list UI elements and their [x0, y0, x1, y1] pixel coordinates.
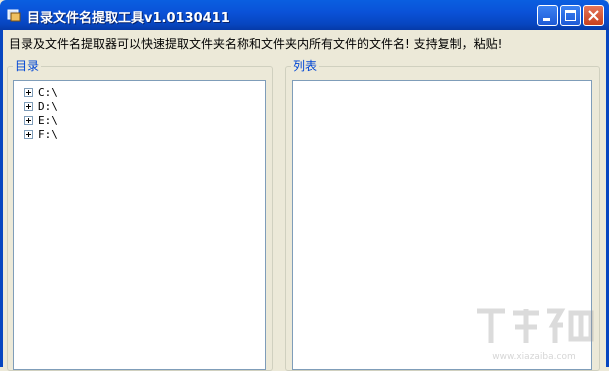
tree-item-label: E:\ — [38, 113, 58, 127]
tree-item-f[interactable]: F:\ — [24, 127, 58, 141]
directory-group-label: 目录 — [13, 59, 42, 73]
directory-tree[interactable]: C:\ D:\ E:\ F:\ — [13, 80, 266, 370]
app-icon — [7, 9, 21, 22]
expand-icon[interactable] — [24, 129, 33, 139]
description-text: 目录及文件名提取器可以快速提取文件夹名称和文件夹内所有文件的文件名! 支持复制，… — [9, 37, 503, 51]
list-group-label: 列表 — [291, 59, 320, 73]
maximize-icon — [565, 10, 576, 21]
minimize-icon — [543, 18, 550, 21]
expand-icon[interactable] — [24, 101, 33, 111]
tree-item-d[interactable]: D:\ — [24, 99, 58, 113]
window-title: 目录文件名提取工具v1.0130411 — [27, 11, 230, 26]
tree-item-e[interactable]: E:\ — [24, 113, 58, 127]
close-button[interactable] — [583, 5, 604, 26]
title-bar[interactable]: 目录文件名提取工具v1.0130411 — [0, 0, 609, 30]
tree-item-label: C:\ — [38, 85, 58, 99]
minimize-button[interactable] — [537, 5, 558, 26]
watermark-logo: www.xiazaiba.com — [477, 308, 594, 362]
tree-item-label: D:\ — [38, 99, 58, 113]
expand-icon[interactable] — [24, 87, 33, 97]
close-icon — [588, 10, 599, 21]
maximize-button[interactable] — [560, 5, 581, 26]
watermark-text: www.xiazaiba.com — [492, 352, 576, 362]
tree-item-label: F:\ — [38, 127, 58, 141]
tree-item-c[interactable]: C:\ — [24, 85, 58, 99]
expand-icon[interactable] — [24, 115, 33, 125]
